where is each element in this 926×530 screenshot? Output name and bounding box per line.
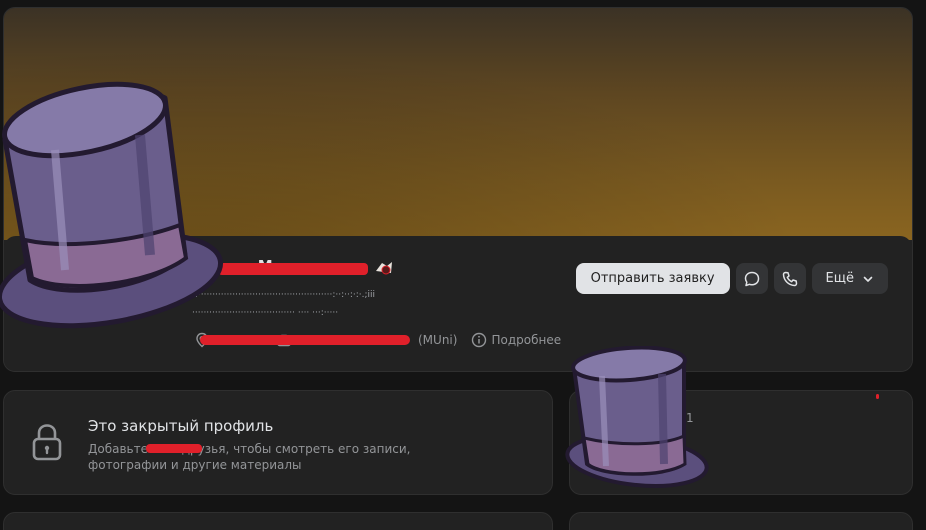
- closed-profile-card: Это закрытый профиль Добавьте ···· в дру…: [3, 390, 553, 495]
- description-redaction: [146, 444, 202, 453]
- meta-redaction: [200, 335, 410, 345]
- top-hat-icon: [0, 81, 224, 329]
- closed-profile-title: Это закрытый профиль: [88, 417, 274, 435]
- chevron-down-icon: [863, 276, 873, 282]
- more-label: Ещё: [825, 271, 854, 286]
- lock-icon: [32, 424, 62, 461]
- bottom-card-right: [569, 512, 913, 530]
- message-button[interactable]: [735, 263, 768, 294]
- side-card-mark: [876, 394, 879, 399]
- message-icon: [744, 271, 759, 286]
- details-link[interactable]: Подробнее: [491, 333, 561, 347]
- closed-profile-description: Добавьте ···· в друзья, чтобы смотреть е…: [88, 442, 411, 472]
- phone-icon: [782, 271, 797, 286]
- top-hat-icon: [565, 346, 709, 488]
- send-request-button[interactable]: Отправить заявку: [575, 263, 730, 294]
- emoji-icon: [376, 262, 392, 275]
- more-button[interactable]: Ещё: [811, 263, 888, 294]
- profile-actions: Отправить заявку Ещё: [575, 263, 888, 294]
- name-redaction: [218, 263, 368, 275]
- call-button[interactable]: [773, 263, 806, 294]
- profile-page: · · · М· · · · · ·:·····················…: [0, 0, 926, 530]
- bottom-card-left: [3, 512, 553, 530]
- info-icon[interactable]: [471, 332, 487, 348]
